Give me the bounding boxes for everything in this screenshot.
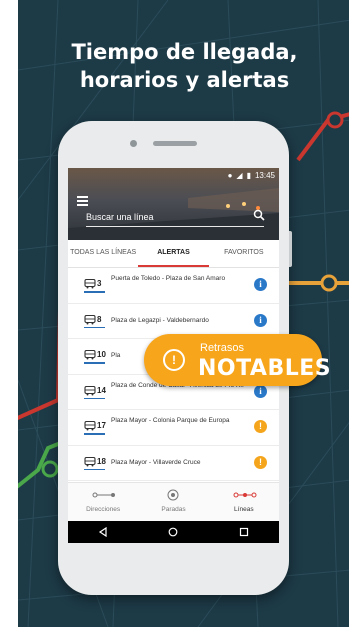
battery-icon: ▮ <box>246 171 251 180</box>
tab-bar: TODAS LAS LÍNEAS ALERTAS FAVORITOS <box>68 240 279 268</box>
line-number: 18 <box>97 456 106 466</box>
info-icon[interactable]: i <box>254 313 267 327</box>
search-icon[interactable] <box>253 209 265 221</box>
signal-icon: ◢ <box>236 171 243 180</box>
nav-lines-label: Líneas <box>234 506 254 513</box>
search-input[interactable]: Buscar una línea <box>86 212 154 222</box>
line-route: Puerta de Toledo - Plaza de San Amaro <box>111 275 226 282</box>
location-icon: ● <box>227 171 233 180</box>
phone-speaker <box>153 141 197 146</box>
line-color-bar <box>84 397 105 399</box>
list-item-line-3[interactable]: 3 Puerta de Toledo - Plaza de San Amaro … <box>68 268 279 304</box>
line-color-bar <box>84 468 105 470</box>
recents-icon[interactable] <box>239 527 249 537</box>
status-time: 13:45 <box>254 171 275 180</box>
header-photo: ● ◢ ▮ 13:45 Buscar una línea <box>68 168 279 240</box>
back-icon[interactable] <box>98 527 108 537</box>
line-number: 8 <box>97 314 102 324</box>
promo-headline: Tiempo de llegada, horarios y alertas <box>18 38 349 94</box>
front-camera <box>130 140 137 147</box>
bus-icon <box>84 279 96 289</box>
status-bar: ● ◢ ▮ 13:45 <box>228 171 275 180</box>
warning-icon[interactable]: ! <box>254 455 267 469</box>
route-icon <box>92 492 115 498</box>
side-button <box>289 231 292 267</box>
line-route: Plaza Mayor - Villaverde Cruce <box>111 458 201 466</box>
callout-small-text: Retrasos <box>200 342 245 354</box>
warning-icon[interactable]: ! <box>254 420 267 433</box>
line-number: 3 <box>97 279 102 288</box>
search-underline <box>86 226 264 227</box>
line-color-bar <box>84 291 105 293</box>
bus-icon <box>84 456 96 466</box>
bus-icon <box>84 385 96 395</box>
delays-callout: ! Retrasos NOTABLES <box>144 334 331 386</box>
info-icon[interactable]: i <box>254 384 267 398</box>
callout-big-text: NOTABLES <box>198 356 332 381</box>
home-icon[interactable] <box>168 527 178 537</box>
android-nav-bar <box>68 521 279 543</box>
alert-icon: ! <box>163 349 185 371</box>
tab-alerts[interactable]: ALERTAS <box>138 240 209 267</box>
headline-line-1: Tiempo de llegada, <box>71 40 298 64</box>
line-color-bar <box>84 433 105 435</box>
nav-stops-label: Paradas <box>161 506 186 513</box>
info-icon[interactable]: i <box>254 278 267 291</box>
nav-stops[interactable]: Paradas <box>138 483 208 522</box>
line-route: Plaza de Legazpi - Valdebernardo <box>111 316 209 324</box>
line-number: 10 <box>97 350 106 359</box>
line-number: 17 <box>97 421 106 430</box>
line-color-bar <box>84 362 105 364</box>
hamburger-menu-icon[interactable] <box>77 196 88 208</box>
tab-all-lines[interactable]: TODAS LAS LÍNEAS <box>68 240 138 267</box>
list-item-line-18[interactable]: 18 Plaza Mayor - Villaverde Cruce ! <box>68 446 279 481</box>
line-number: 14 <box>97 385 106 395</box>
bus-icon <box>84 350 96 360</box>
tab-favorites[interactable]: FAVORITOS <box>209 240 279 267</box>
bottom-navigation: Direcciones Paradas Líneas <box>68 482 279 522</box>
line-route: Plaza Mayor - Colonia Parque de Europa <box>111 417 230 424</box>
nav-directions-label: Direcciones <box>86 506 121 513</box>
bus-icon <box>84 314 96 324</box>
bus-icon <box>84 421 96 431</box>
nav-lines[interactable]: Líneas <box>209 483 279 522</box>
line-color-bar <box>84 326 105 328</box>
lines-icon <box>233 492 257 498</box>
nav-directions[interactable]: Direcciones <box>68 483 138 522</box>
list-item-line-17[interactable]: 17 Plaza Mayor - Colonia Parque de Europ… <box>68 410 279 446</box>
stop-icon <box>167 489 179 501</box>
headline-line-2: horarios y alertas <box>79 68 290 92</box>
